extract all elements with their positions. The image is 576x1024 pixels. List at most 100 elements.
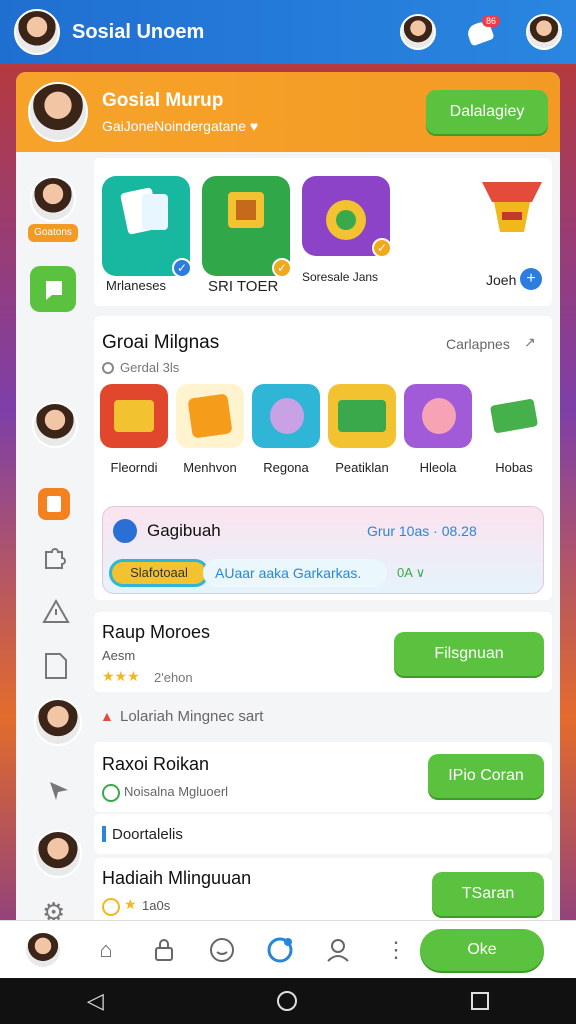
sidebar: Goatons ⚙ [16, 152, 90, 932]
header-button[interactable]: Dalalagiey [426, 90, 548, 134]
section-title: Groai Milgnas [102, 332, 220, 353]
row-title: Hadiaih Mlinguuan [102, 868, 252, 888]
group-header: Gosial Murup GaiJoneNoindergatane ♥ Dala… [16, 72, 560, 152]
home-circle-icon[interactable] [277, 991, 298, 1011]
game-icon [252, 384, 320, 448]
game-label: Menhvon [183, 460, 237, 475]
sidebar-badge: Goatons [28, 224, 78, 242]
group-title: Gosial Murup [102, 90, 224, 111]
back-icon[interactable]: ◁ [87, 988, 104, 1014]
row-avatar-2[interactable] [34, 830, 82, 878]
puzzle-icon[interactable] [40, 544, 68, 572]
game-icon [480, 384, 548, 448]
game-label: Fleorndi [110, 460, 158, 475]
game-icon [176, 384, 244, 448]
main-panel: Gosial Murup GaiJoneNoindergatane ♥ Dala… [16, 72, 560, 932]
warning-icon[interactable] [42, 598, 70, 626]
list-row[interactable]: Raxoi Roikan Noisalna Mgluoerl IPio Cora… [94, 742, 552, 812]
row-avatar-1[interactable] [34, 698, 82, 746]
game-item[interactable]: Menhvon [174, 384, 246, 475]
join-button[interactable]: + [520, 268, 542, 290]
game-tile-label-3: Soresale Jans [302, 270, 379, 284]
play-icon[interactable] [30, 266, 76, 312]
bookmark-icon[interactable] [38, 488, 70, 520]
clock-icon [102, 362, 114, 374]
game-tile-label-1: Mrlaneses [106, 278, 166, 293]
sidebar-avatar[interactable] [30, 176, 76, 222]
promo-chip[interactable]: Slafotoaal [109, 559, 209, 587]
friend-avatar[interactable] [400, 14, 436, 50]
promo-title: Gagibuah [147, 521, 221, 540]
star-icon: ★ [124, 896, 137, 912]
notification-icon[interactable]: 86 [464, 15, 500, 47]
lock-icon[interactable] [150, 936, 178, 964]
send-icon[interactable] [48, 780, 70, 802]
game-icon [404, 384, 472, 448]
game-tile-3[interactable]: ✓ [302, 176, 392, 258]
row-title: Raup Moroes [102, 622, 211, 642]
game-item[interactable]: Hobas [478, 384, 550, 475]
game-tile-2[interactable]: ✓ [202, 176, 292, 278]
check-icon: ✓ [372, 238, 392, 258]
document-icon[interactable] [44, 652, 68, 680]
row-title: Raxoi Roikan [102, 754, 210, 774]
row-button[interactable]: Filsgnuan [394, 632, 544, 676]
more-icon[interactable]: ⋮ [382, 936, 410, 964]
game-icon [328, 384, 396, 448]
promo-input[interactable]: AUaar aaka Garkarkas. [203, 559, 387, 587]
subsection-title: Doortalelis [112, 826, 183, 843]
group-avatar[interactable] [28, 82, 88, 142]
join-label: Joeh [486, 272, 517, 288]
game-label: Hleola [419, 460, 457, 475]
subsection-marker [102, 826, 106, 842]
promo-extra[interactable]: 0A ∨ [397, 565, 425, 581]
coin-icon [102, 898, 120, 916]
promo-icon [113, 519, 137, 543]
game-label: Hobas [495, 460, 533, 475]
game-item[interactable]: Regona [250, 384, 322, 475]
app-title: Sosial Unoem [72, 20, 205, 43]
row-rating: 2'ehon [154, 670, 193, 685]
section-avatar[interactable] [32, 402, 78, 448]
bottom-nav: ⌂ ⋮ Oke [0, 920, 576, 978]
subsection-row: Doortalelis [94, 814, 552, 854]
game-item[interactable]: Peatiklan [326, 384, 398, 475]
user-avatar[interactable] [526, 14, 562, 50]
notification-badge: 86 [481, 15, 500, 27]
promo-box: Gagibuah Grur 10as · 08.28 Slafotoaal AU… [102, 506, 544, 594]
user-icon[interactable] [324, 936, 352, 964]
ok-button[interactable]: Oke [420, 928, 544, 971]
system-nav-bar: ◁ [0, 978, 576, 1024]
row-button[interactable]: TSaran [432, 872, 544, 916]
profile-avatar[interactable] [14, 9, 60, 55]
game-tile-label-2: SRI TOER [208, 278, 279, 295]
group-subtitle: GaiJoneNoindergatane ♥ [102, 118, 259, 134]
row-button[interactable]: IPio Coran [428, 754, 544, 798]
notice-icon: ▲ [100, 708, 114, 724]
list-row[interactable]: Raup Moroes Aesm ★★★ 2'ehon Filsgnuan [94, 612, 552, 692]
chat-icon[interactable] [266, 936, 294, 964]
recent-apps-icon[interactable] [471, 992, 490, 1010]
top-bar: Sosial Unoem 86 [0, 0, 576, 64]
trophy-icon[interactable] [472, 172, 552, 252]
game-icon [100, 384, 168, 448]
section-card: Groai Milgnas Carlapnes ↗ Gerdal 3ls Fle… [94, 316, 552, 600]
games-card: ✓ Mrlaneses ✓ SRI TOER ✓ Soresale Jans J… [94, 158, 552, 306]
nav-avatar[interactable] [24, 930, 62, 969]
row-sub: 1a0s [142, 898, 171, 913]
check-icon: ✓ [272, 258, 292, 278]
home-icon[interactable]: ⌂ [92, 936, 120, 964]
game-item[interactable]: Hleola [402, 384, 474, 475]
game-label: Regona [263, 460, 309, 475]
row-sub: Aesm [102, 648, 136, 663]
section-meta: Gerdal 3ls [120, 360, 180, 375]
section-link[interactable]: Carlapnes [446, 336, 510, 352]
row-sub: Noisalna Mgluoerl [124, 784, 229, 799]
game-tile-1[interactable]: ✓ [102, 176, 192, 278]
game-item[interactable]: Fleorndi [98, 384, 170, 475]
game-label: Peatiklan [335, 460, 389, 475]
expand-icon[interactable]: ↗ [524, 334, 536, 351]
list-row[interactable]: Hadiaih Mlinguuan ★ 1a0s TSaran [94, 858, 552, 928]
notice-text: Lolariah Mingnec sart [120, 708, 264, 725]
smile-icon[interactable] [208, 936, 236, 964]
